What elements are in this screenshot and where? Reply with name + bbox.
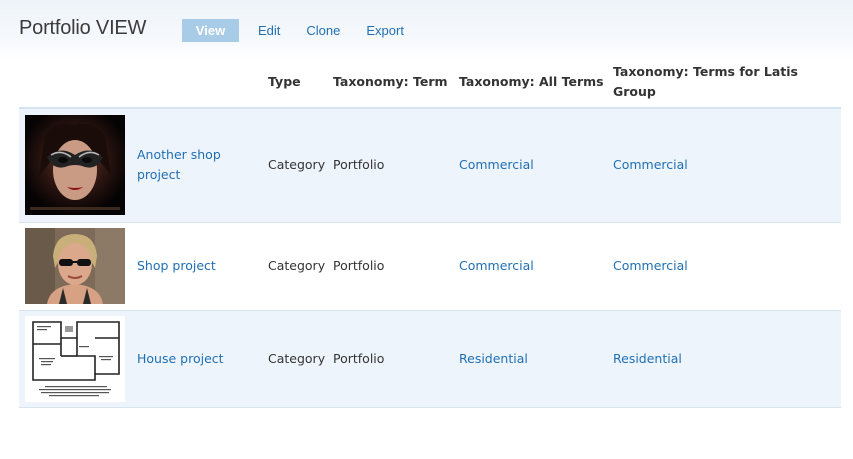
page-title: Portfolio VIEW (19, 17, 147, 39)
type-cell: Category (268, 108, 333, 223)
table-row: Another shop project Category Portfolio … (19, 108, 841, 223)
page-header: Portfolio VIEW View Edit Clone Export (0, 0, 853, 60)
term-cell: Portfolio (333, 222, 459, 311)
all-terms-link[interactable]: Commercial (459, 258, 534, 273)
term-cell: Portfolio (333, 108, 459, 223)
all-terms-link[interactable]: Residential (459, 351, 528, 366)
project-title-link[interactable]: Shop project (137, 256, 255, 276)
all-terms-link[interactable]: Commercial (459, 157, 534, 172)
image-cell (19, 108, 137, 223)
tab-view[interactable]: View (182, 19, 239, 42)
latis-terms-link[interactable]: Commercial (613, 157, 688, 172)
header-taxonomy-latis: Taxonomy: Terms for Latis Group (613, 56, 841, 109)
image-cell (19, 222, 137, 311)
tab-edit[interactable]: Edit (256, 19, 282, 42)
project-title-link[interactable]: Another shop project (137, 145, 255, 185)
latis-cell: Commercial (613, 222, 841, 311)
type-value: Category (268, 258, 326, 273)
latis-cell: Residential (613, 310, 841, 408)
all-terms-cell: Residential (459, 310, 613, 408)
term-cell: Portfolio (333, 310, 459, 408)
title-cell: House project (137, 310, 268, 408)
house-floor-plan[interactable] (25, 315, 125, 402)
woman-sunglasses-photo[interactable] (25, 228, 125, 304)
all-terms-cell: Commercial (459, 108, 613, 223)
latis-cell: Commercial (613, 108, 841, 223)
view-tabs: View Edit Clone Export (182, 19, 428, 42)
header-image (19, 56, 137, 109)
image-cell (19, 310, 137, 408)
type-cell: Category (268, 222, 333, 311)
title-cell: Another shop project (137, 108, 268, 223)
header-taxonomy-all-terms: Taxonomy: All Terms (459, 56, 613, 109)
table-row: Shop project Category Portfolio Commerci… (19, 222, 841, 311)
project-title-link[interactable]: House project (137, 349, 255, 369)
term-value: Portfolio (333, 157, 385, 173)
table-row: House project Category Portfolio Residen… (19, 310, 841, 408)
tab-export[interactable]: Export (364, 19, 406, 42)
table-header-row: Type Taxonomy: Term Taxonomy: All Terms … (19, 56, 841, 109)
header-type: Type (268, 56, 333, 109)
title-cell: Shop project (137, 222, 268, 311)
term-value: Portfolio (333, 258, 385, 273)
header-taxonomy-term: Taxonomy: Term (333, 56, 459, 109)
type-cell: Category (268, 310, 333, 408)
term-value: Portfolio (333, 350, 385, 366)
tab-clone[interactable]: Clone (304, 19, 342, 42)
all-terms-cell: Commercial (459, 222, 613, 311)
portfolio-table: Type Taxonomy: Term Taxonomy: All Terms … (19, 56, 841, 408)
latis-terms-link[interactable]: Residential (613, 351, 682, 366)
masquerade-mask-photo[interactable] (25, 115, 125, 216)
type-value: Category (268, 350, 326, 366)
header-title (137, 56, 268, 109)
type-value: Category (268, 157, 326, 173)
latis-terms-link[interactable]: Commercial (613, 258, 688, 273)
